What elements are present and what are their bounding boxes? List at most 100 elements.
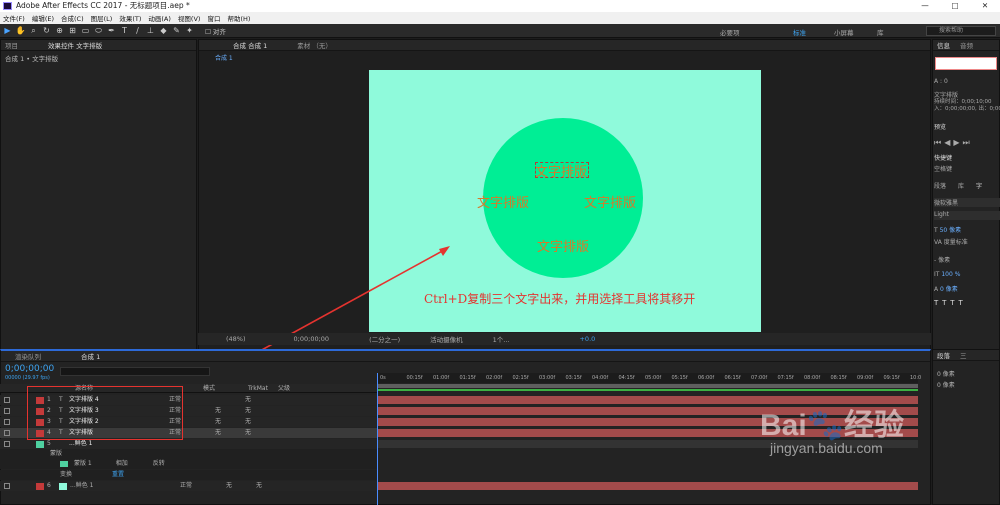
pen-tool-icon[interactable]: ✒: [106, 26, 117, 36]
text-layer-bottom[interactable]: 文字排版: [537, 236, 589, 255]
selection-handles[interactable]: [535, 162, 589, 178]
eye-icon[interactable]: [4, 397, 10, 403]
workspace-library[interactable]: 库: [877, 27, 884, 37]
tab-menu[interactable]: 三: [960, 350, 967, 360]
rect-tool-icon[interactable]: ▭: [80, 26, 91, 36]
align-checkbox[interactable]: ☐ 对齐: [205, 26, 226, 36]
timeline-search-input[interactable]: [60, 367, 210, 376]
text-layer-right[interactable]: 文字排版: [584, 192, 636, 211]
font-family-dropdown[interactable]: 微软雅黑: [934, 198, 1000, 207]
eye-icon[interactable]: [4, 430, 10, 436]
layer-trkmat[interactable]: 无: [215, 406, 245, 416]
tab-render-queue[interactable]: 渲染队列: [15, 351, 41, 361]
close-button[interactable]: ✕: [970, 0, 1000, 12]
menu-animation[interactable]: 动画(A): [148, 13, 171, 23]
layer-name[interactable]: ...鲜色 1: [70, 481, 180, 491]
font-size-value[interactable]: 50 像素: [940, 227, 962, 234]
menu-help[interactable]: 帮助(H): [227, 13, 250, 23]
tab-composition[interactable]: 合成 合成 1: [233, 40, 267, 50]
tab-library[interactable]: 库: [958, 181, 964, 190]
vertical-scale-value[interactable]: 100 %: [941, 271, 960, 278]
roto-tool-icon[interactable]: ✎: [171, 26, 182, 36]
menu-window[interactable]: 窗口: [207, 13, 220, 23]
col-parent[interactable]: 父级: [278, 384, 290, 393]
tab-paragraph[interactable]: 段落: [937, 350, 950, 360]
puppet-tool-icon[interactable]: ✦: [184, 26, 195, 36]
zoom-tool-icon[interactable]: ⌕: [28, 26, 39, 36]
menu-file[interactable]: 文件(F): [3, 13, 25, 23]
layer-bar-6[interactable]: [378, 482, 918, 490]
text-style-buttons-icon[interactable]: TTTT: [934, 299, 1000, 307]
viewer-timecode[interactable]: 0;00;00;00: [294, 335, 330, 343]
menu-layer[interactable]: 图层(L): [91, 13, 113, 23]
tab-footage[interactable]: 素材 （无）: [297, 40, 332, 50]
hand-tool-icon[interactable]: ✋: [15, 26, 26, 36]
tab-paragraph-top[interactable]: 段落: [934, 181, 946, 190]
layer-trkmat[interactable]: 无: [215, 417, 245, 427]
viewer-breadcrumb[interactable]: 合成 1: [199, 51, 930, 64]
menu-effect[interactable]: 效果(T): [119, 13, 141, 23]
stroke-width-value[interactable]: - 像素: [934, 255, 1000, 264]
menu-view[interactable]: 视图(V): [178, 13, 201, 23]
tab-timeline-comp[interactable]: 合成 1: [81, 351, 100, 361]
mask-color-swatch[interactable]: [60, 461, 68, 467]
eraser-tool-icon[interactable]: ◆: [158, 26, 169, 36]
layer-label-swatch[interactable]: [36, 482, 44, 490]
camera-tool-icon[interactable]: ⊕: [54, 26, 65, 36]
menu-edit[interactable]: 编辑(E): [32, 13, 54, 23]
layer-parent[interactable]: 无: [245, 395, 251, 405]
mask-group-label[interactable]: 蒙版: [50, 449, 62, 459]
layer-parent[interactable]: 无: [245, 428, 251, 438]
baseline-shift-value[interactable]: 0 像素: [940, 286, 958, 293]
layer-trkmat[interactable]: 无: [215, 428, 245, 438]
camera-dropdown[interactable]: 活动摄像机: [430, 334, 463, 344]
layer-row-6[interactable]: 6 ...鲜色 1 正常 无 无: [0, 481, 377, 491]
tracking-value[interactable]: 度量标准: [944, 239, 968, 246]
ellipse-tool-icon[interactable]: ⬭: [93, 26, 104, 36]
eye-icon[interactable]: [4, 483, 10, 489]
rotate-tool-icon[interactable]: ↻: [41, 26, 52, 36]
pan-tool-icon[interactable]: ⊞: [67, 26, 78, 36]
exposure-value[interactable]: +0.0: [579, 335, 595, 343]
layer-mode[interactable]: 正常: [180, 481, 226, 491]
views-dropdown[interactable]: 1个...: [493, 334, 510, 344]
font-style-dropdown[interactable]: Light: [934, 211, 1000, 220]
brush-tool-icon[interactable]: ∕: [132, 26, 143, 36]
mask1-label[interactable]: 蒙版 1: [74, 459, 92, 469]
layer-name[interactable]: ...鲜色 1: [69, 439, 169, 449]
layer-parent[interactable]: 无: [245, 406, 251, 416]
indent-right[interactable]: 0 像素: [933, 378, 999, 391]
tab-effect-controls[interactable]: 效果控件 文字排版: [48, 40, 102, 50]
layer-row-5[interactable]: 5 ...鲜色 1: [0, 439, 377, 449]
timeline-timecode[interactable]: 0;00;00;00: [5, 364, 54, 374]
eye-icon[interactable]: [4, 408, 10, 414]
tab-preview[interactable]: 预览: [934, 122, 1000, 131]
transform-label[interactable]: 变换: [60, 470, 72, 480]
mask-mode-dropdown[interactable]: 相加: [116, 459, 128, 469]
indent-left[interactable]: 0 像素: [933, 361, 999, 378]
col-mode[interactable]: 模式: [203, 384, 215, 393]
transform-reset[interactable]: 重置: [112, 470, 124, 480]
menu-composition[interactable]: 合成(C): [61, 13, 84, 23]
magnification-dropdown[interactable]: (48%): [226, 335, 246, 343]
workspace-essentials[interactable]: 必要项: [720, 27, 740, 37]
work-area-bar[interactable]: [378, 384, 918, 388]
resolution-dropdown[interactable]: (二分之一): [369, 334, 400, 344]
clone-tool-icon[interactable]: ⊥: [145, 26, 156, 36]
tab-character[interactable]: 字: [976, 181, 982, 190]
tab-project[interactable]: 项目: [5, 40, 18, 50]
minimize-button[interactable]: —: [910, 0, 940, 12]
mask-invert-checkbox[interactable]: 反转: [153, 459, 165, 469]
layer-parent[interactable]: 无: [245, 417, 251, 427]
text-layer-left[interactable]: 文字排版: [477, 192, 529, 211]
preview-controls-icon[interactable]: ⏮◀▶⏭: [934, 138, 1000, 148]
layer-trkmat[interactable]: 无: [226, 481, 256, 491]
eye-icon[interactable]: [4, 441, 10, 447]
tab-info[interactable]: 信息: [937, 40, 950, 50]
layer-parent[interactable]: 无: [256, 481, 262, 491]
time-ruler[interactable]: 0s 00:15f 01:00f 01:15f 02:00f 02:15f 03:00f 03…: [378, 373, 921, 383]
text-tool-icon[interactable]: T: [119, 26, 130, 36]
shortcut-dropdown[interactable]: 空格键: [934, 164, 1000, 173]
col-trkmat[interactable]: TrkMat: [248, 384, 268, 393]
workspace-small-screen[interactable]: 小屏幕: [834, 27, 854, 37]
